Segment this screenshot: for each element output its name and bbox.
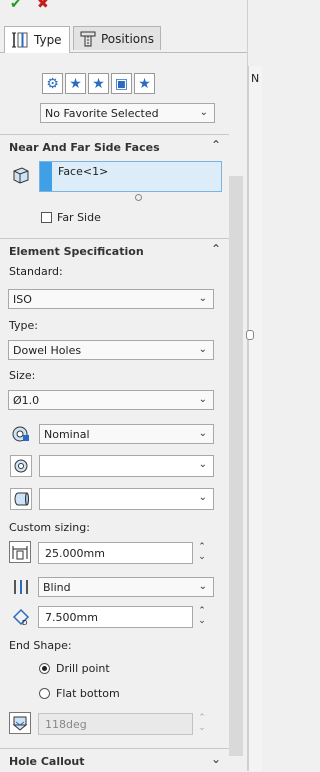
favorite-select[interactable]: No Favorite Selected ⌄ [40, 103, 215, 123]
resize-grip[interactable] [135, 194, 142, 201]
hole-callout-title: Hole Callout [9, 755, 85, 768]
apply-defaults-icon[interactable]: ⚙ [42, 73, 63, 94]
near-far-title: Near And Far Side Faces [9, 141, 160, 154]
size-select[interactable]: Ø1.0 ⌄ [8, 390, 214, 410]
hole-type-icon [12, 32, 28, 48]
cancel-x-icon[interactable]: ✖ [37, 0, 49, 12]
size-label: Size: [9, 369, 36, 382]
standard-value: ISO [13, 292, 32, 306]
face-selection-box[interactable]: Face<1> [39, 161, 222, 192]
collapse-chevron-icon[interactable]: ⌃ [211, 138, 221, 152]
flat-bottom-radio[interactable] [39, 688, 50, 699]
tab-positions-label: Positions [101, 31, 154, 46]
svg-text:D: D [22, 619, 27, 627]
far-side-label: Far Side [57, 211, 101, 224]
depth-value: 7.500mm [45, 610, 98, 624]
custom-sizing-label: Custom sizing: [9, 521, 90, 534]
end-condition-select[interactable]: Blind ⌄ [38, 577, 214, 597]
flat-bottom-label: Flat bottom [56, 687, 120, 700]
tab-type[interactable]: Type [4, 26, 70, 53]
hole-tolerance-select[interactable]: ⌄ [39, 455, 214, 477]
drill-point-label: Drill point [56, 662, 110, 675]
diameter-icon [9, 541, 31, 563]
chevron-down-icon: ⌄ [198, 428, 207, 439]
standard-select[interactable]: ISO ⌄ [8, 289, 214, 309]
chevron-down-icon: ⌄ [198, 459, 207, 470]
far-side-checkbox[interactable] [41, 212, 52, 223]
tab-strip: Type Positions [0, 26, 247, 53]
chevron-down-icon: ⌄ [198, 492, 207, 503]
load-favorite-icon[interactable]: ★ [134, 73, 155, 94]
drill-angle-spinner[interactable]: ⌃ ⌄ [196, 713, 208, 735]
panel-splitter-handle[interactable] [246, 330, 254, 340]
element-spec-title: Element Specification [9, 245, 144, 258]
drill-angle-icon [9, 712, 31, 734]
depth-icon: D [10, 606, 32, 628]
diameter-value: 25.000mm [45, 546, 105, 560]
adjacent-panel-strip: N [248, 66, 262, 771]
tab-positions[interactable]: Positions [73, 26, 161, 50]
chevron-down-icon: ⌄ [198, 293, 207, 304]
expand-chevron-icon[interactable]: ⌄ [211, 752, 221, 766]
selection-indicator [40, 162, 52, 191]
end-shape-label: End Shape: [9, 639, 72, 652]
favorites-toolbar: ⚙ ★ ★ ▣ ★ [42, 73, 155, 94]
chevron-down-icon: ⌄ [199, 107, 208, 118]
drill-angle-value: 118deg [45, 717, 87, 731]
diameter-input[interactable]: 25.000mm [38, 542, 193, 564]
standard-label: Standard: [9, 265, 63, 278]
shaft-icon [10, 488, 32, 510]
depth-spinner[interactable]: ⌃ ⌄ [196, 606, 208, 628]
favorite-select-value: No Favorite Selected [45, 106, 159, 120]
tab-type-label: Type [34, 33, 62, 47]
depth-input[interactable]: 7.500mm [38, 606, 193, 628]
shaft-tolerance-select[interactable]: ⌄ [39, 488, 214, 510]
chevron-down-icon: ⌄ [198, 581, 207, 592]
face-selection-value: Face<1> [58, 165, 109, 178]
end-condition-value: Blind [43, 580, 71, 594]
drill-angle-input[interactable]: 118deg [38, 713, 193, 735]
end-condition-icon [10, 576, 32, 598]
fit-icon [10, 423, 32, 445]
property-manager: ✔ ✖ Type Positions ⚙ ★ ★ ▣ ★ No Favorite… [0, 0, 248, 771]
vertical-scrollbar[interactable] [229, 176, 243, 756]
positions-icon [80, 31, 96, 46]
type-label: Type: [9, 319, 38, 332]
diameter-spinner[interactable]: ⌃ ⌄ [196, 542, 208, 564]
chevron-down-icon: ⌄ [198, 394, 207, 405]
fit-value: Nominal [44, 427, 90, 441]
face-selection-icon [13, 167, 29, 184]
ok-check-icon[interactable]: ✔ [10, 0, 22, 12]
adjacent-panel-letter: N [251, 72, 260, 85]
confirm-bar: ✔ ✖ [0, 0, 247, 14]
collapse-chevron-icon[interactable]: ⌃ [211, 242, 221, 256]
add-favorite-icon[interactable]: ★ [65, 73, 86, 94]
drill-point-radio[interactable] [39, 663, 50, 674]
hole-diameter-icon [10, 455, 32, 477]
type-select[interactable]: Dowel Holes ⌄ [8, 340, 214, 360]
save-favorite-icon[interactable]: ▣ [111, 73, 132, 94]
size-value: Ø1.0 [13, 393, 40, 407]
hole-callout-section: Hole Callout ⌄ [0, 748, 229, 772]
fit-select[interactable]: Nominal ⌄ [39, 424, 214, 444]
delete-favorite-icon[interactable]: ★ [88, 73, 109, 94]
type-value: Dowel Holes [13, 343, 82, 357]
chevron-down-icon: ⌄ [198, 344, 207, 355]
